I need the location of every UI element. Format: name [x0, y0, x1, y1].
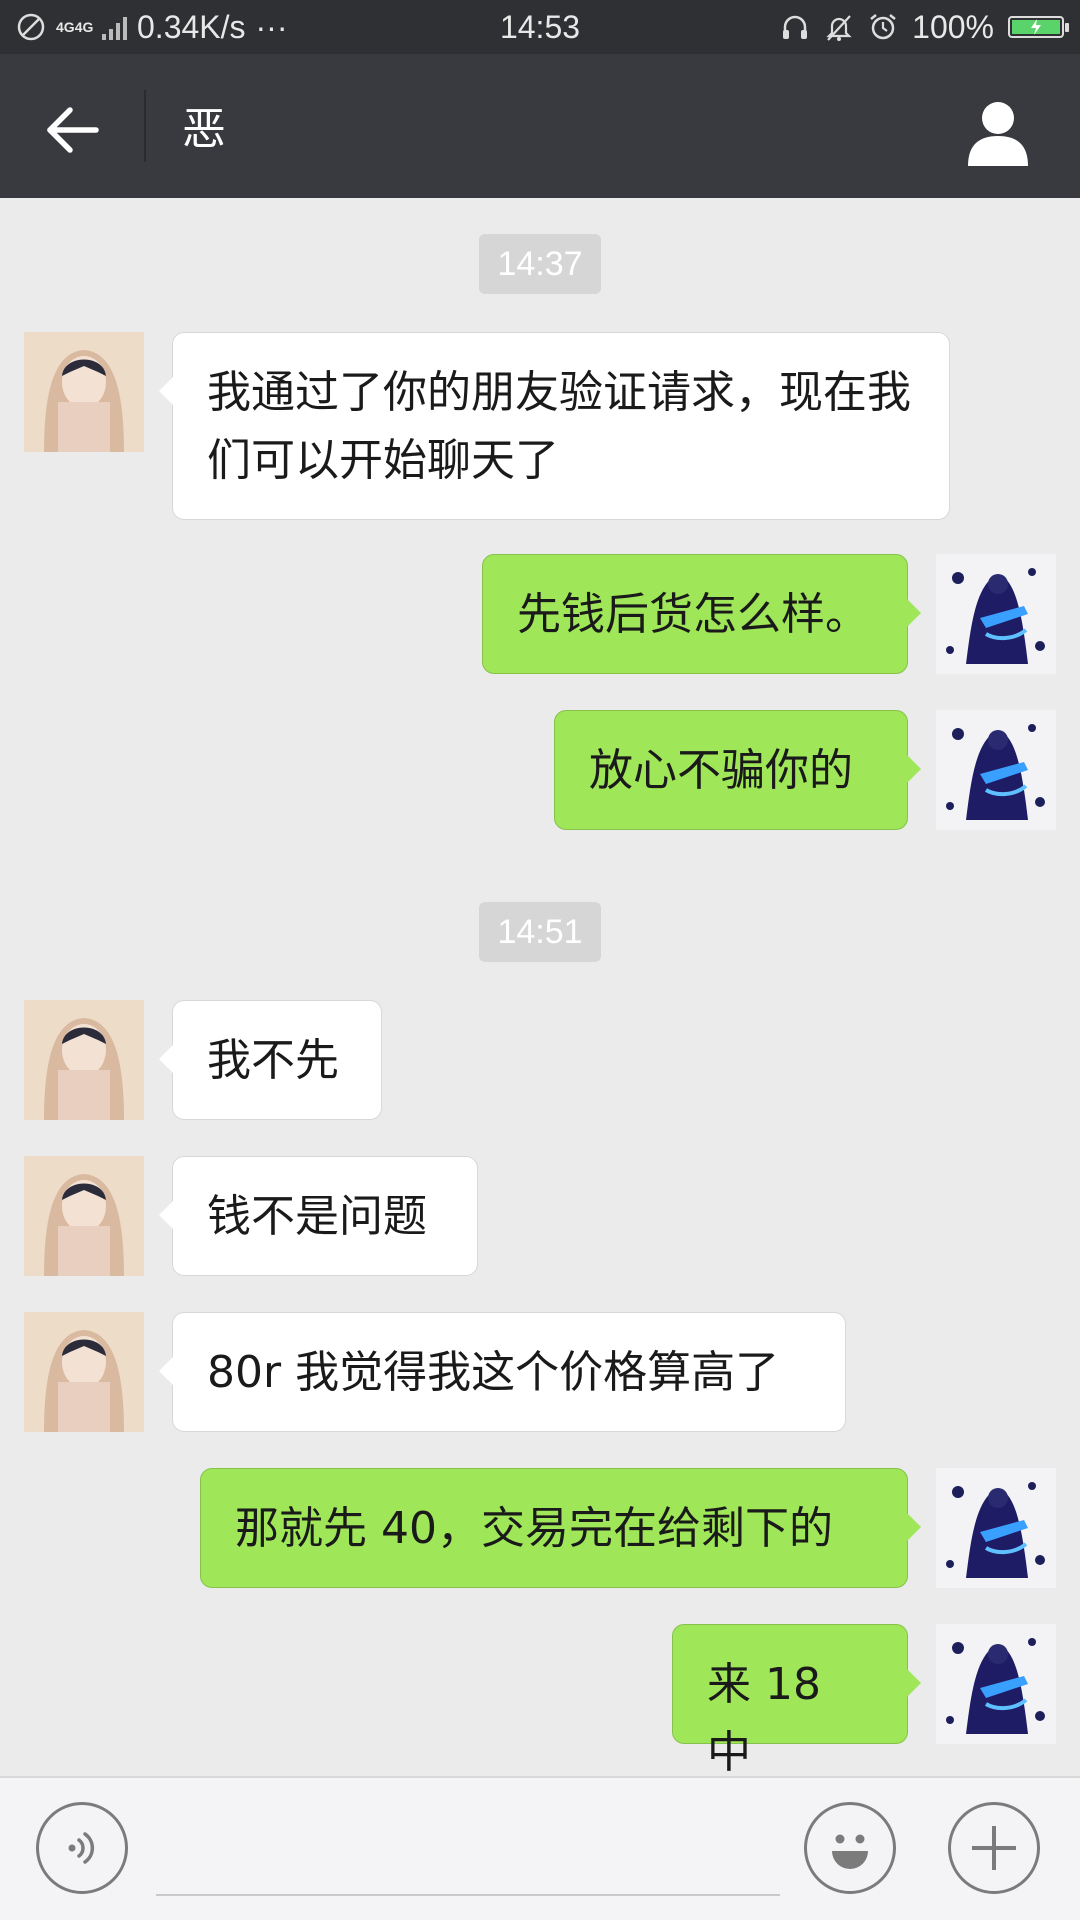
- chat-message-list[interactable]: 14:37 我通过了你的朋友验证请求，现在我们可以开始聊天了 先钱后货怎么样。: [0, 198, 1080, 1778]
- status-right: 100%: [780, 0, 1069, 54]
- message-bubble-received[interactable]: 我通过了你的朋友验证请求，现在我们可以开始聊天了: [159, 332, 950, 520]
- contact-avatar[interactable]: [24, 1312, 144, 1432]
- message-bubble-sent[interactable]: 放心不骗你的: [554, 710, 921, 830]
- contact-avatar[interactable]: [24, 332, 144, 452]
- headphones-icon: [783, 15, 808, 39]
- voice-icon: [68, 1832, 95, 1864]
- timestamp: 14:37: [0, 234, 1080, 294]
- more-options-button[interactable]: [948, 1802, 1040, 1894]
- status-bar: 4G4G 0.34K/s ··· 14:53 100%: [0, 0, 1080, 54]
- message-input[interactable]: [156, 1812, 780, 1896]
- my-avatar[interactable]: [936, 1624, 1056, 1744]
- my-avatar[interactable]: [936, 1468, 1056, 1588]
- header-divider: [144, 90, 146, 162]
- my-avatar[interactable]: [936, 710, 1056, 830]
- chat-header: 恶: [0, 54, 1080, 198]
- my-avatar[interactable]: [936, 554, 1056, 674]
- back-button[interactable]: [36, 94, 108, 166]
- timestamp-label: 14:51: [479, 902, 601, 962]
- input-bar: [0, 1776, 1080, 1920]
- alarm-icon: [870, 14, 896, 40]
- voice-input-button[interactable]: [36, 1802, 128, 1894]
- timestamp: 14:51: [0, 902, 1080, 962]
- message-bubble-sent[interactable]: 来 18 中: [672, 1624, 921, 1778]
- battery-percent: 100%: [912, 8, 994, 45]
- status-time: 14:53: [499, 8, 581, 45]
- timestamp-label: 14:37: [479, 234, 601, 294]
- message-bubble-received[interactable]: 80r 我觉得我这个价格算高了: [159, 1312, 846, 1432]
- message-bubble-received[interactable]: 钱不是问题: [159, 1156, 478, 1276]
- battery-charging-icon: [1008, 16, 1069, 38]
- contact-avatar[interactable]: [24, 1000, 144, 1120]
- contact-profile-button[interactable]: [962, 96, 1034, 168]
- smiley-icon: [832, 1834, 868, 1869]
- arrow-left-icon: [47, 107, 99, 153]
- contact-avatar[interactable]: [24, 1156, 144, 1276]
- message-bubble-sent[interactable]: 先钱后货怎么样。: [482, 554, 921, 674]
- emoji-button[interactable]: [804, 1802, 896, 1894]
- chat-title: 恶: [182, 104, 226, 155]
- message-bubble-received[interactable]: 我不先: [159, 1000, 382, 1120]
- bell-off-icon: [826, 15, 852, 41]
- plus-icon: [972, 1826, 1016, 1870]
- message-bubble-sent[interactable]: 那就先 40，交易完在给剩下的: [200, 1468, 921, 1588]
- person-icon: [968, 102, 1028, 166]
